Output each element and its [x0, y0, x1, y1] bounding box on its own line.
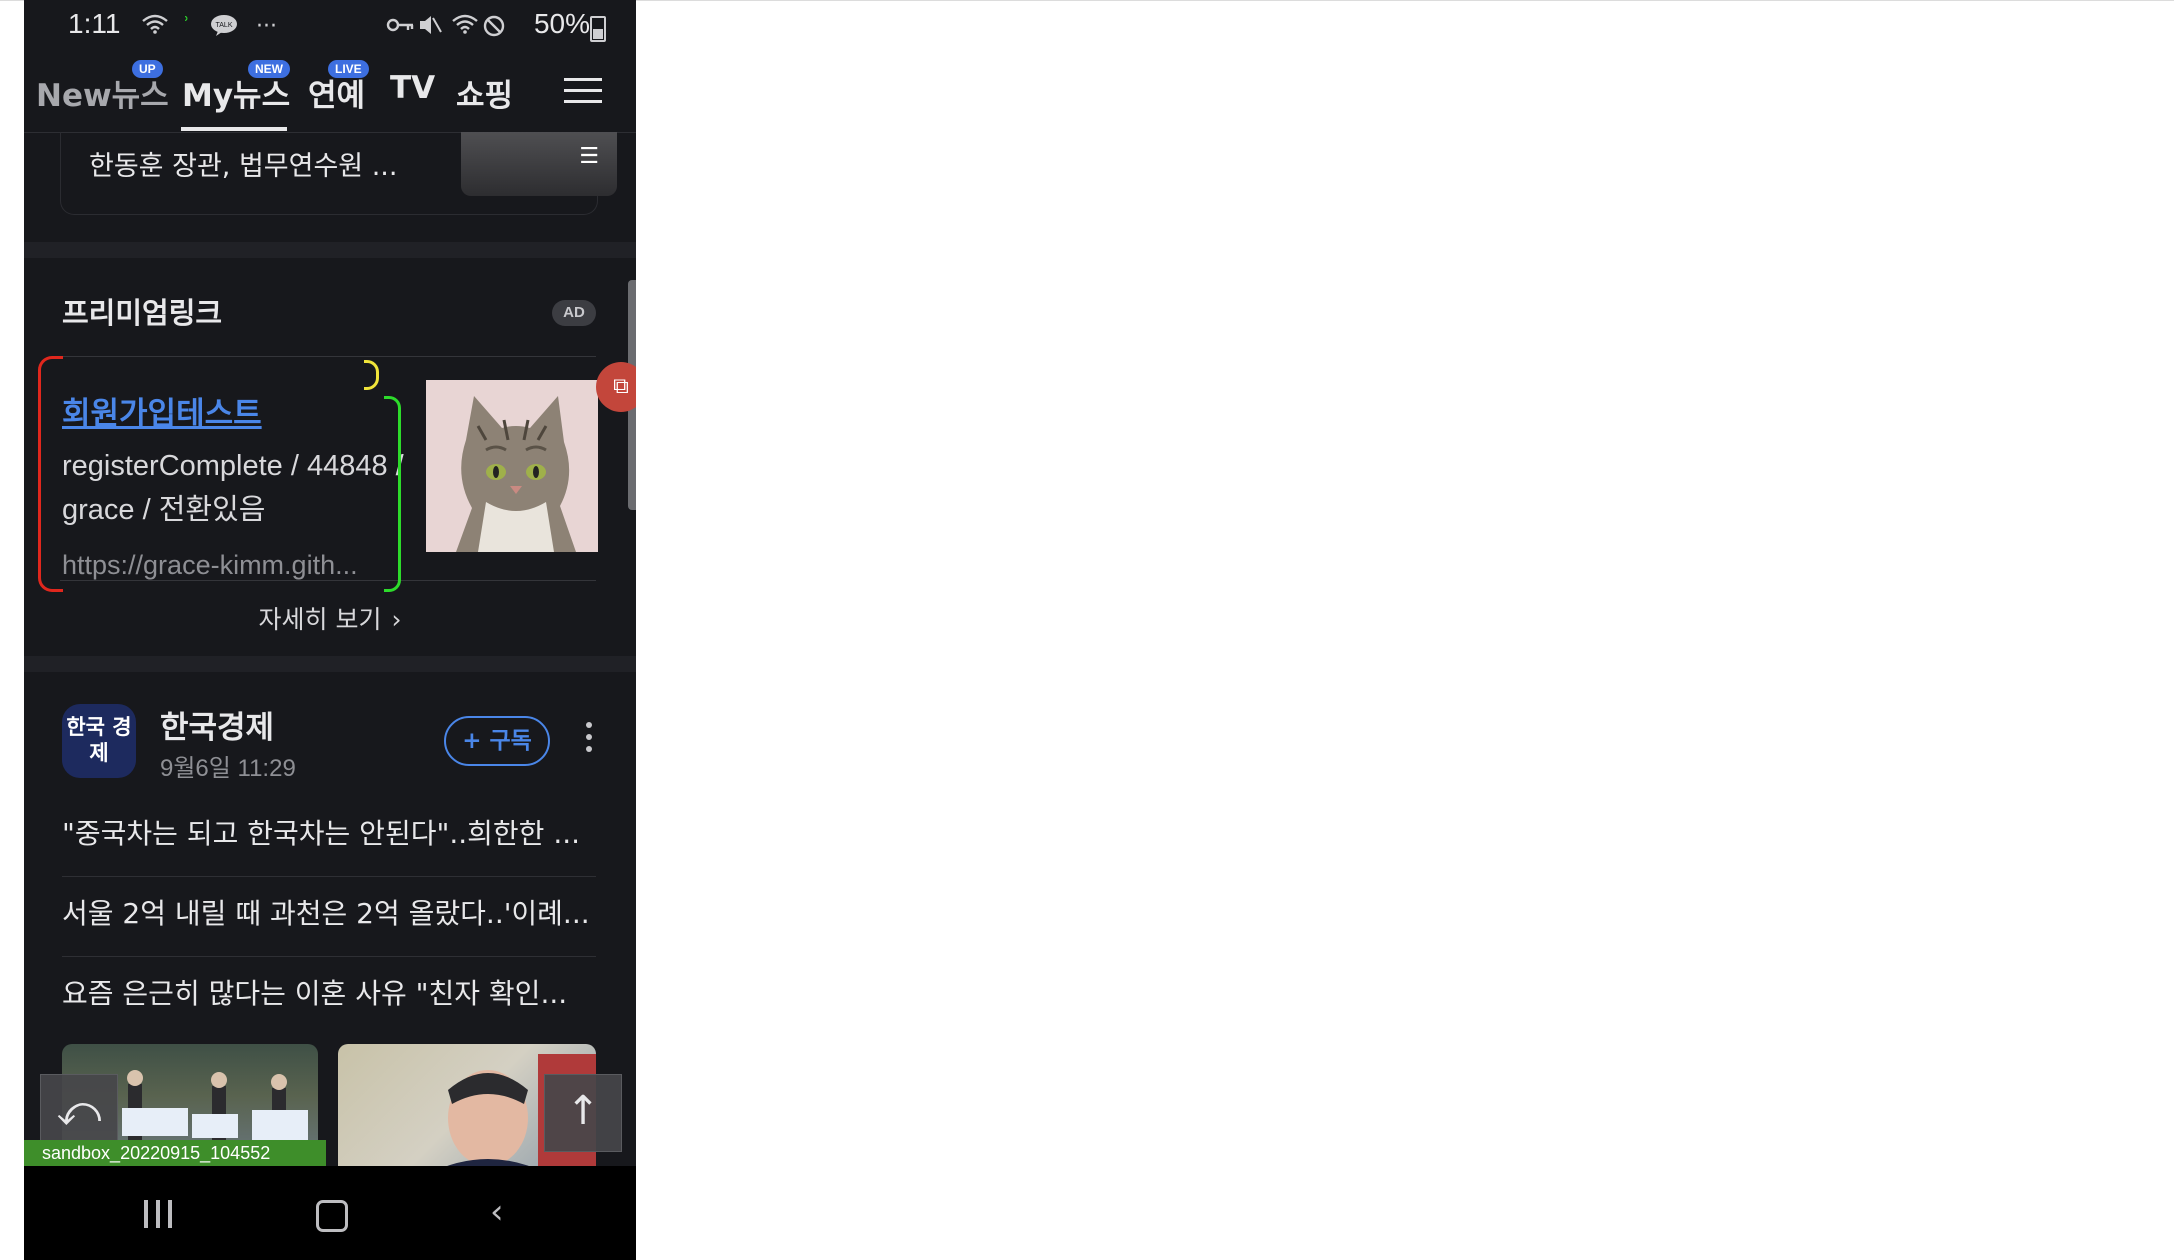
annotation-green-bracket: [384, 396, 401, 592]
chevron-right-icon: ›: [391, 605, 402, 634]
divider: [62, 876, 596, 877]
tab-tv[interactable]: TV: [390, 70, 435, 106]
publish-date: 9월6일 11:29: [160, 755, 296, 782]
divider: [60, 580, 596, 581]
tab-shopping[interactable]: 쇼핑: [456, 70, 513, 115]
publisher-logo[interactable]: 한국 경제: [62, 704, 136, 778]
wifi-calling-icon: [452, 14, 478, 40]
view-details-label: 자세히 보기: [258, 605, 382, 634]
more-options-icon[interactable]: [586, 722, 592, 758]
talk-icon: TALK: [210, 14, 238, 42]
headline-text: 요즘 은근히 많다는 이혼 사유 "친자 확인...: [62, 977, 568, 1010]
phone-screen: 1:11 ʾ TALK ··· 50% UP New뉴스 NEW My뉴스 LI…: [24, 0, 636, 1260]
system-navigation-bar: ‹: [24, 1166, 636, 1260]
headline-item[interactable]: "중국차는 되고 한국차는 안된다"..희한한 ...: [62, 812, 596, 892]
hamburger-icon[interactable]: [564, 78, 602, 104]
sandbox-label: sandbox_20220915_104552: [24, 1140, 326, 1166]
tab-label: TV: [390, 70, 436, 106]
do-not-disturb-icon: [482, 14, 506, 44]
wifi-icon: [142, 14, 168, 40]
section-divider: [24, 656, 636, 672]
annotation-red-bracket: [38, 356, 63, 592]
home-icon[interactable]: [316, 1200, 348, 1232]
previous-article-card[interactable]: 한동훈 장관, 법무연수원 ... ☰: [60, 132, 617, 215]
tab-label: 쇼핑: [456, 78, 514, 114]
status-bar: 1:11 ʾ TALK ··· 50%: [24, 0, 636, 52]
headline-text: "중국차는 되고 한국차는 안된다"..희한한 ...: [62, 817, 581, 850]
key-icon: [386, 14, 414, 39]
list-icon: ☰: [579, 144, 599, 169]
floating-capture-icon[interactable]: ⧉: [596, 362, 636, 412]
back-icon[interactable]: ‹: [490, 1192, 504, 1232]
divider: [62, 956, 596, 957]
headline-item[interactable]: 서울 2억 내릴 때 과천은 2억 올랐다..'이례...: [62, 892, 596, 972]
tab-my-news[interactable]: NEW My뉴스: [182, 60, 291, 115]
tab-badge-new: NEW: [248, 60, 290, 78]
mute-icon: [418, 14, 442, 42]
annotation-yellow-bracket: [364, 360, 379, 390]
ad-badge[interactable]: AD: [552, 300, 596, 326]
ad-thumbnail-cat[interactable]: [426, 380, 598, 552]
divider: [60, 356, 596, 357]
battery-icon: [590, 16, 606, 42]
scroll-to-top-icon[interactable]: ↑: [544, 1074, 622, 1152]
article-title: 한동훈 장관, 법무연수원 ...: [89, 151, 398, 182]
tab-label: 연예: [308, 78, 366, 114]
ad-url[interactable]: https://grace-kimm.gith...: [62, 550, 402, 580]
phone-icon: ʾ: [184, 14, 190, 35]
tab-badge-live: LIVE: [328, 60, 369, 78]
status-time: 1:11: [68, 8, 121, 39]
active-tab-indicator: [181, 127, 287, 131]
battery-percentage: 50%: [533, 8, 590, 39]
more-notifications-icon: ···: [256, 14, 277, 39]
tab-new-news[interactable]: UP New뉴스: [36, 60, 169, 115]
tab-label: My뉴스: [182, 78, 291, 114]
article-thumbnail: ☰: [461, 132, 617, 196]
ad-description: registerComplete / 44848 / grace / 전환있음: [62, 450, 404, 526]
view-details-link[interactable]: 자세히 보기 ›: [24, 600, 636, 636]
headline-item[interactable]: 요즘 은근히 많다는 이혼 사유 "친자 확인...: [62, 972, 596, 1052]
headline-text: 서울 2억 내릴 때 과천은 2억 올랐다..'이례...: [62, 897, 590, 930]
tab-badge-up: UP: [132, 60, 163, 78]
publisher-name[interactable]: 한국경제: [160, 702, 274, 747]
tab-entertainment[interactable]: LIVE 연예: [308, 60, 369, 115]
tab-label: New뉴스: [36, 78, 169, 114]
recent-apps-icon[interactable]: [144, 1200, 176, 1228]
section-divider: [24, 242, 636, 258]
subscribe-button[interactable]: + 구독: [444, 716, 550, 766]
svg-text:TALK: TALK: [216, 22, 233, 29]
ad-headline-link[interactable]: 회원가입테스트: [62, 388, 262, 433]
news-category-tabs: UP New뉴스 NEW My뉴스 LIVE 연예 TV 쇼핑: [24, 52, 636, 133]
premium-link-title: 프리미엄링크: [62, 296, 223, 330]
